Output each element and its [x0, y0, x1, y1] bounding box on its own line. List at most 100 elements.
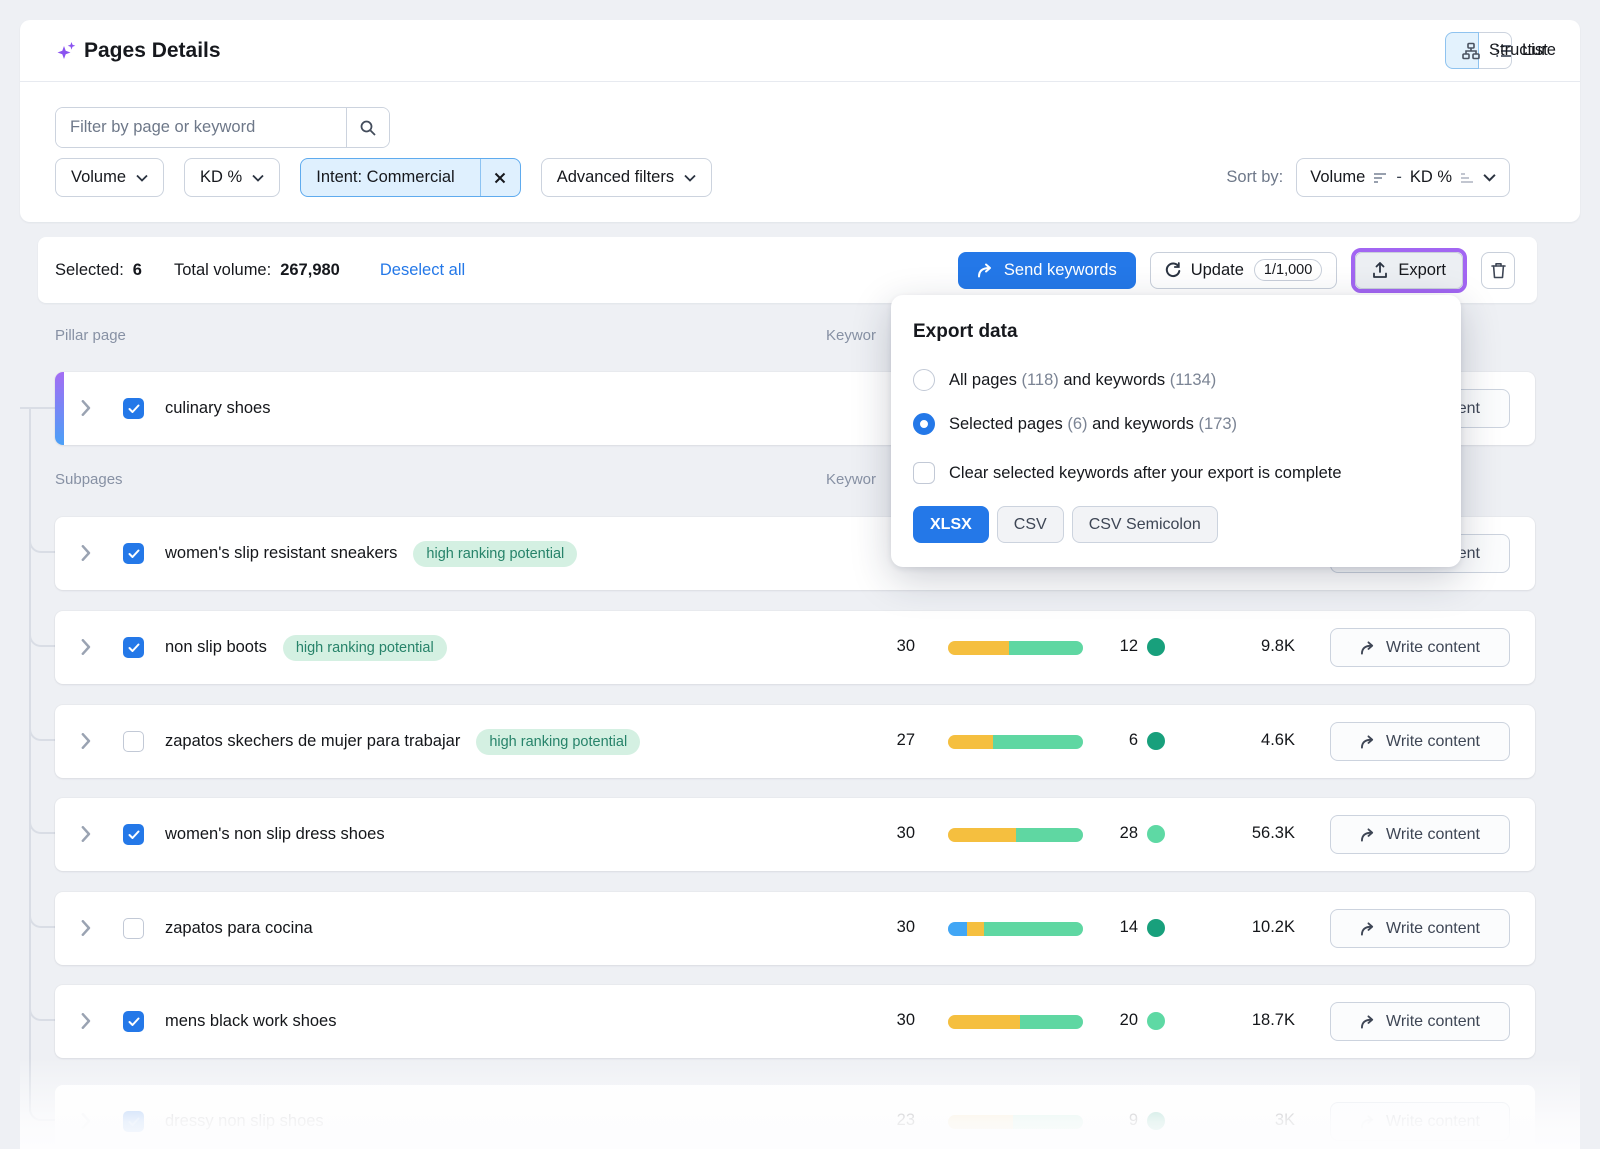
structure-view-button[interactable]: Structure	[1445, 32, 1479, 69]
page-label[interactable]: zapatos para cocina	[165, 919, 313, 938]
volume-value: 3K	[1193, 1111, 1295, 1130]
radio-selected-pages[interactable]	[913, 413, 935, 435]
volume-value: 10.2K	[1193, 918, 1295, 937]
row-checkbox[interactable]	[123, 1111, 144, 1132]
export-option-all-label: All pages (118) and keywords (1134)	[949, 371, 1216, 390]
page-label[interactable]: dressy non slip shoes	[165, 1112, 324, 1131]
structure-label: Structure	[1489, 41, 1556, 60]
structure-icon	[1462, 42, 1480, 60]
header-card: Pages Details Structure List	[20, 20, 1580, 222]
remove-intent-filter-button[interactable]	[480, 159, 520, 196]
position-value: 12	[1068, 637, 1138, 656]
write-content-label: Write content	[1386, 1113, 1480, 1131]
page-label[interactable]: non slip boots	[165, 638, 267, 657]
close-icon	[494, 172, 506, 184]
write-content-button[interactable]: Write content	[1330, 722, 1510, 761]
search-input[interactable]	[56, 108, 346, 147]
high-ranking-potential-badge: high ranking potential	[476, 729, 640, 755]
position-value: 20	[1068, 1011, 1138, 1030]
page-label[interactable]: mens black work shoes	[165, 1012, 337, 1031]
send-keywords-label: Send keywords	[1004, 261, 1117, 280]
keywords-count: 30	[840, 918, 915, 937]
expand-chevron-icon[interactable]	[81, 1113, 92, 1129]
write-content-label: Write content	[1386, 1013, 1480, 1031]
sort-by: Sort by: Volume - KD %	[1226, 158, 1510, 197]
subpage-row: mens black work shoes high ranking poten…	[55, 985, 1535, 1058]
volume-filter-dropdown[interactable]: Volume	[55, 158, 164, 197]
intent-distribution-bar	[948, 828, 1083, 842]
expand-chevron-icon[interactable]	[81, 920, 92, 936]
chevron-down-icon	[1483, 173, 1496, 182]
position-dot	[1147, 825, 1165, 843]
radio-all-pages[interactable]	[913, 369, 935, 391]
send-keywords-button[interactable]: Send keywords	[958, 252, 1136, 289]
expand-chevron-icon[interactable]	[81, 639, 92, 655]
row-checkbox[interactable]	[123, 1011, 144, 1032]
view-toggle: Structure List	[1445, 32, 1512, 69]
intent-filter-label: Intent: Commercial	[301, 168, 469, 187]
clear-after-export-label: Clear selected keywords after your expor…	[949, 464, 1342, 483]
row-checkbox[interactable]	[123, 918, 144, 939]
expand-chevron-icon[interactable]	[81, 826, 92, 842]
page-label[interactable]: culinary shoes	[165, 399, 270, 418]
sort-primary-label: Volume	[1310, 168, 1365, 187]
write-content-button[interactable]: Write content	[1330, 1102, 1510, 1141]
intent-filter-chip[interactable]: Intent: Commercial	[300, 158, 520, 197]
row-checkbox[interactable]	[123, 637, 144, 658]
keywords-column-header: Keywor	[826, 327, 876, 344]
tree-connector	[20, 407, 55, 409]
expand-chevron-icon[interactable]	[81, 1013, 92, 1029]
deselect-all-link[interactable]: Deselect all	[380, 261, 465, 280]
expand-chevron-icon[interactable]	[81, 733, 92, 749]
subpages-column-header: Subpages	[55, 471, 123, 488]
advanced-filters-label: Advanced filters	[557, 168, 674, 187]
tree-connector	[29, 531, 55, 553]
intent-distribution-bar	[948, 735, 1083, 749]
row-checkbox[interactable]	[123, 543, 144, 564]
csv-button[interactable]: CSV	[997, 506, 1064, 543]
expand-chevron-icon[interactable]	[81, 400, 92, 416]
write-content-arrow-icon	[1360, 641, 1376, 655]
clear-after-export-checkbox[interactable]	[913, 462, 935, 484]
export-highlight-frame: Export	[1351, 248, 1467, 293]
update-quota-badge: 1/1,000	[1254, 259, 1322, 281]
page-label[interactable]: women's non slip dress shoes	[165, 825, 385, 844]
page-label[interactable]: zapatos skechers de mujer para trabajar	[165, 732, 460, 751]
update-button[interactable]: Update 1/1,000	[1150, 252, 1338, 289]
write-content-arrow-icon	[1360, 735, 1376, 749]
write-content-button[interactable]: Write content	[1330, 815, 1510, 854]
search-icon	[359, 119, 377, 137]
chevron-down-icon	[252, 174, 264, 182]
write-content-button[interactable]: Write content	[1330, 628, 1510, 667]
export-button[interactable]: Export	[1355, 252, 1463, 289]
export-data-popup: Export data All pages (118) and keywords…	[891, 295, 1461, 567]
page-title: Pages Details	[84, 39, 221, 63]
page-label[interactable]: women's slip resistant sneakers	[165, 544, 397, 563]
write-content-button[interactable]: Write content	[1330, 909, 1510, 948]
row-checkbox[interactable]	[123, 824, 144, 845]
keywords-column-header: Keywor	[826, 471, 876, 488]
position-value: 6	[1068, 731, 1138, 750]
search-button[interactable]	[346, 108, 389, 147]
row-checkbox[interactable]	[123, 398, 144, 419]
sort-by-dropdown[interactable]: Volume - KD %	[1296, 158, 1510, 197]
delete-button[interactable]	[1481, 252, 1515, 289]
export-option-all[interactable]: All pages (118) and keywords (1134)	[913, 369, 1216, 391]
high-ranking-potential-badge: high ranking potential	[283, 635, 447, 661]
write-content-arrow-icon	[1360, 828, 1376, 842]
kd-filter-dropdown[interactable]: KD %	[184, 158, 280, 197]
tree-connector	[29, 625, 55, 647]
write-content-button[interactable]: Write content	[1330, 1002, 1510, 1041]
position-dot	[1147, 638, 1165, 656]
subpage-row: women's non slip dress shoes high rankin…	[55, 798, 1535, 871]
write-content-arrow-icon	[1360, 922, 1376, 936]
row-checkbox[interactable]	[123, 731, 144, 752]
clear-after-export-option[interactable]: Clear selected keywords after your expor…	[913, 462, 1342, 484]
advanced-filters-dropdown[interactable]: Advanced filters	[541, 158, 712, 197]
export-option-selected[interactable]: Selected pages (6) and keywords (173)	[913, 413, 1237, 435]
filter-chips: Volume KD % Intent: Commercial	[55, 158, 712, 197]
expand-chevron-icon[interactable]	[81, 545, 92, 561]
ai-sparkle-icon	[55, 39, 79, 63]
csv-semicolon-button[interactable]: CSV Semicolon	[1072, 506, 1218, 543]
xlsx-button[interactable]: XLSX	[913, 506, 989, 543]
